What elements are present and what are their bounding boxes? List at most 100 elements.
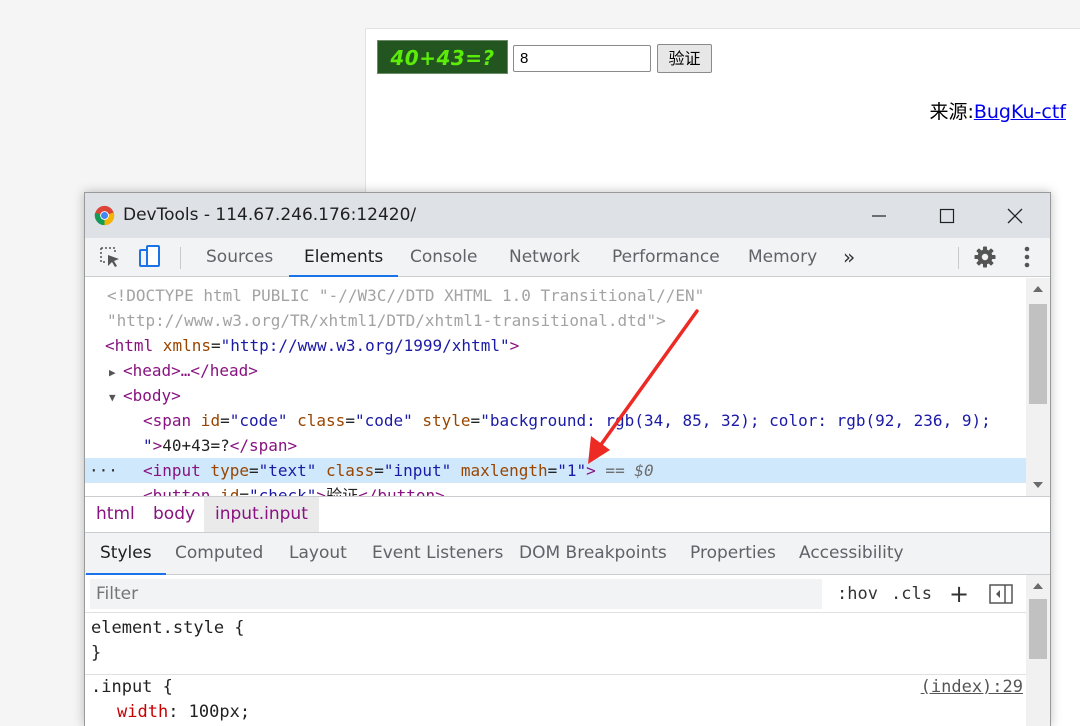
dom-line-span-cont[interactable]: ">40+43=?</span> — [85, 433, 1027, 458]
property-name: width — [117, 702, 169, 722]
tab-performance[interactable]: Performance — [612, 238, 720, 277]
maxlength-value[interactable]: "1" — [557, 461, 586, 480]
scroll-thumb[interactable] — [1029, 599, 1047, 659]
tab-sources[interactable]: Sources — [206, 238, 273, 277]
close-button[interactable] — [981, 193, 1049, 238]
selector-text: .input — [91, 677, 153, 697]
tag-end: > — [586, 461, 596, 480]
dom-line-doctype-cont[interactable]: "http://www.w3.org/TR/xhtml1/DTD/xhtml1-… — [85, 308, 1027, 333]
css-rule-selector[interactable]: .input { — [91, 675, 173, 700]
tab-network[interactable]: Network — [509, 238, 580, 277]
verify-button[interactable]: 验证 — [657, 44, 712, 73]
device-mode-icon — [139, 245, 160, 267]
dom-line-input-selected[interactable]: ··· <input type="text" class="input" maxl… — [85, 458, 1027, 483]
styles-pane: element.style { } .input { (index):29 wi… — [85, 613, 1027, 726]
subtab-properties[interactable]: Properties — [690, 533, 776, 574]
dom-scrollbar[interactable] — [1026, 278, 1050, 496]
tag-name: <button — [143, 486, 211, 496]
tag-name: </button> — [358, 486, 445, 496]
source-credit: 来源:BugKu-ctf — [929, 97, 1066, 124]
filter-input[interactable]: Filter — [90, 579, 822, 609]
toolbar-divider — [180, 247, 181, 269]
subtab-accessibility[interactable]: Accessibility — [799, 533, 904, 574]
attr-name: id — [191, 411, 221, 430]
inspect-icon — [100, 247, 119, 267]
customize-menu-button[interactable] — [1017, 238, 1037, 276]
tag-name: <input — [143, 461, 201, 480]
ellipsis-icon[interactable]: ··· — [89, 458, 118, 483]
dom-tree: <!DOCTYPE html PUBLIC "-//W3C//DTD XHTML… — [85, 278, 1027, 496]
attr-value: "code" — [354, 411, 413, 430]
breadcrumb-body[interactable]: body — [142, 497, 206, 532]
tab-memory[interactable]: Memory — [748, 238, 817, 277]
rule-source-link[interactable]: (index):29 — [921, 675, 1023, 700]
toggle-sidebar-icon[interactable] — [989, 584, 1013, 604]
dom-line-html[interactable]: <html xmlns="http://www.w3.org/1999/xhtm… — [85, 333, 1027, 358]
tag-name: <html — [105, 336, 154, 355]
attr-name: class — [316, 461, 375, 480]
settings-button[interactable] — [972, 238, 998, 276]
attr-name: style — [412, 411, 471, 430]
attr-value: "http://www.w3.org/1999/xhtml" — [220, 336, 510, 355]
scroll-up-icon[interactable] — [1033, 583, 1043, 589]
title-bar[interactable]: DevTools - 114.67.246.176:12420/ — [85, 193, 1050, 238]
close-icon — [1007, 208, 1023, 223]
subtab-computed[interactable]: Computed — [175, 533, 263, 574]
dom-line-doctype[interactable]: <!DOCTYPE html PUBLIC "-//W3C//DTD XHTML… — [85, 283, 1027, 308]
tab-elements[interactable]: Elements — [288, 238, 399, 277]
dom-line-head[interactable]: ▶ <head>…</head> — [85, 358, 1027, 383]
gear-icon — [974, 246, 996, 268]
dom-line-button[interactable]: <button id="check">验证</button> — [85, 483, 1027, 496]
class-toggle[interactable]: .cls — [891, 575, 932, 613]
maximize-button[interactable] — [913, 193, 981, 238]
more-tabs-button[interactable]: » — [843, 238, 855, 276]
maximize-icon — [939, 208, 955, 223]
selected-marker: == $0 — [595, 461, 654, 480]
node-text: 40+43=? — [162, 436, 230, 455]
brace: { — [152, 677, 173, 697]
doctype-text: <!DOCTYPE html PUBLIC "-//W3C//DTD XHTML… — [107, 286, 705, 305]
tag-name: <head>…</head> — [123, 361, 258, 380]
subtab-styles[interactable]: Styles — [86, 533, 166, 575]
new-style-rule-button[interactable]: + — [949, 575, 969, 613]
inspect-element-button[interactable] — [97, 238, 123, 276]
scroll-thumb[interactable] — [1029, 304, 1047, 404]
kebab-menu-icon — [1024, 246, 1030, 268]
element-style-selector[interactable]: element.style { — [91, 616, 245, 641]
device-toolbar-button[interactable] — [137, 238, 163, 276]
styles-filter-bar: Filter :hov .cls + — [85, 575, 1027, 613]
plus-icon: + — [949, 580, 970, 608]
attr-value: "text" — [258, 461, 317, 480]
styles-scrollbar[interactable] — [1026, 575, 1050, 726]
node-text: 验证 — [326, 486, 359, 496]
tag-name: <body> — [123, 386, 181, 405]
subtab-layout[interactable]: Layout — [289, 533, 347, 574]
source-link[interactable]: BugKu-ctf — [974, 101, 1066, 123]
answer-input[interactable]: 8 — [513, 45, 651, 72]
tag-name: <span — [143, 411, 192, 430]
window-title: DevTools - 114.67.246.176:12420/ — [123, 205, 417, 225]
breadcrumb-input[interactable]: input.input — [204, 497, 319, 532]
attr-value: "background: rgb(34, 85, 32); color: rgb… — [480, 411, 991, 430]
doctype-text: "http://www.w3.org/TR/xhtml1/DTD/xhtml1-… — [107, 311, 666, 330]
attr-name: class — [287, 411, 346, 430]
expand-triangle-icon[interactable]: ▶ — [109, 360, 123, 385]
minimize-icon — [872, 214, 886, 217]
hover-state-toggle[interactable]: :hov — [837, 575, 878, 613]
subtab-event-listeners[interactable]: Event Listeners — [372, 533, 503, 574]
attr-value: "input" — [383, 461, 452, 480]
rule-divider — [85, 674, 1027, 675]
attr-name: id — [210, 486, 240, 496]
css-property[interactable]: width: 100px; — [117, 700, 250, 725]
scroll-down-icon[interactable] — [1033, 482, 1043, 488]
attr-name: type — [200, 461, 249, 480]
dom-line-span[interactable]: <span id="code" class="code" style="back… — [85, 408, 1027, 433]
collapse-triangle-icon[interactable]: ▼ — [109, 385, 123, 410]
subtab-dom-breakpoints[interactable]: DOM Breakpoints — [519, 533, 667, 574]
source-label: 来源: — [929, 101, 974, 123]
tab-console[interactable]: Console — [410, 238, 478, 277]
minimize-button[interactable] — [845, 193, 913, 238]
scroll-up-icon[interactable] — [1033, 286, 1043, 292]
breadcrumb-html[interactable]: html — [85, 497, 146, 532]
dom-line-body[interactable]: ▼ <body> — [85, 383, 1027, 408]
